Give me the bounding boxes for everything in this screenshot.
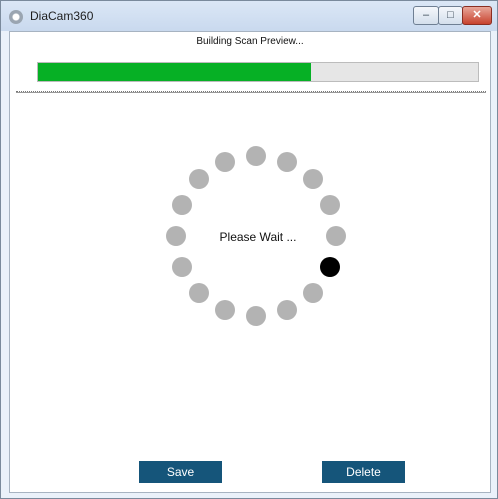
spinner-dot <box>246 306 266 326</box>
client-area: Building Scan Preview... Please Wait ...… <box>9 31 491 493</box>
status-label: Building Scan Preview... <box>196 36 304 47</box>
spinner-dot <box>319 195 340 216</box>
close-button[interactable]: ✕ <box>462 6 492 25</box>
spinner-dot <box>189 282 210 303</box>
spinner-dot <box>215 152 236 173</box>
minimize-button[interactable]: – <box>413 6 439 25</box>
app-logo-icon <box>9 10 23 24</box>
please-wait-label: Please Wait ... <box>219 230 297 244</box>
progress-bar <box>37 62 479 82</box>
app-window: DiaCam360 – □ ✕ Building Scan Preview...… <box>0 0 498 499</box>
title-bar[interactable]: DiaCam360 – □ ✕ <box>1 1 497 31</box>
spinner-dot <box>172 256 193 277</box>
spinner-dot <box>276 152 297 173</box>
maximize-button[interactable]: □ <box>438 6 463 25</box>
delete-button[interactable]: Delete <box>322 461 405 483</box>
spinner-dot <box>246 146 266 166</box>
window-title: DiaCam360 <box>30 9 94 23</box>
spinner-dot <box>276 299 297 320</box>
spinner-dot <box>302 282 323 303</box>
save-button[interactable]: Save <box>139 461 222 483</box>
progress-bar-fill <box>38 63 311 81</box>
spinner-dot <box>302 169 323 190</box>
separator-line <box>16 91 486 93</box>
spinner-dot <box>189 169 210 190</box>
spinner-dot <box>172 195 193 216</box>
spinner-dot <box>215 299 236 320</box>
spinner-dot-active <box>319 256 340 277</box>
